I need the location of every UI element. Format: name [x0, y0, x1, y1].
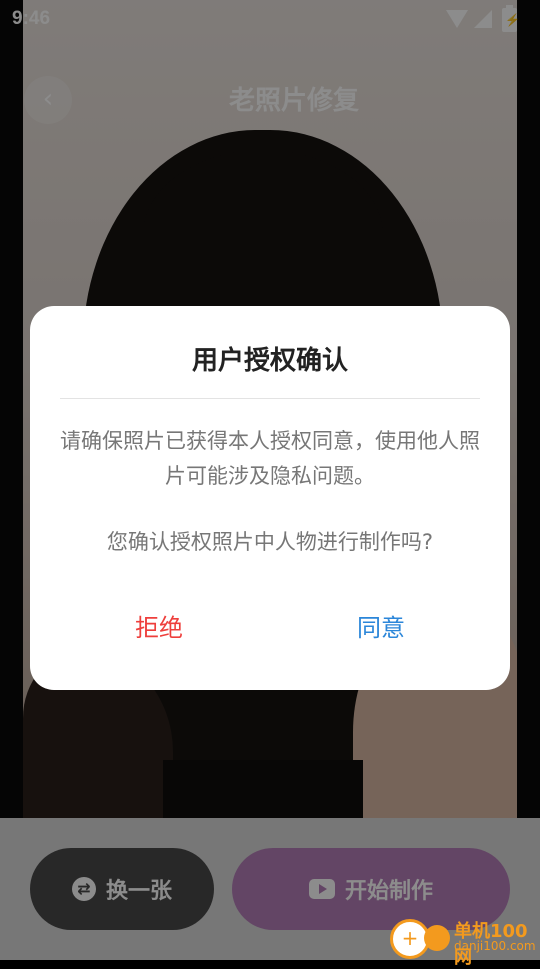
- dialog-message: 请确保照片已获得本人授权同意，使用他人照片可能涉及隐私问题。: [60, 429, 480, 488]
- watermark-logo-mark: [424, 925, 450, 951]
- authorization-dialog: 用户授权确认 请确保照片已获得本人授权同意，使用他人照片可能涉及隐私问题。 您确…: [30, 306, 510, 690]
- watermark-domain: danji100.com: [454, 939, 536, 953]
- dialog-divider: [60, 398, 480, 399]
- reject-button[interactable]: 拒绝: [100, 606, 218, 650]
- agree-button[interactable]: 同意: [322, 606, 440, 650]
- watermark: + 单机100网 danji100.com: [390, 915, 540, 968]
- dialog-question: 您确认授权照片中人物进行制作吗?: [106, 530, 434, 554]
- dialog-title: 用户授权确认: [191, 346, 348, 376]
